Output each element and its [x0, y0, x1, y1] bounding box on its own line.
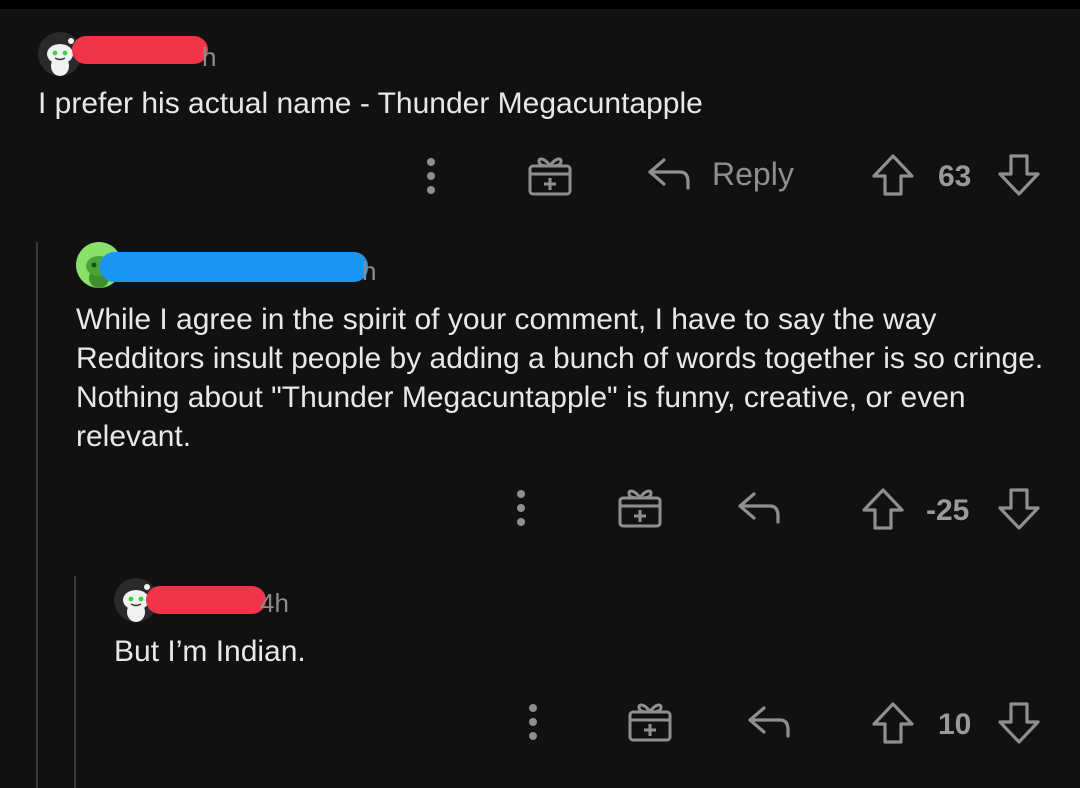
downvote-icon	[998, 154, 1040, 196]
thread-line-level-1[interactable]	[36, 242, 38, 788]
award-icon	[618, 489, 662, 528]
top-edge-bar	[0, 0, 1080, 9]
reply-icon	[748, 706, 790, 738]
upvote-button[interactable]	[870, 700, 916, 746]
thread-line-level-2[interactable]	[74, 576, 76, 788]
comment-age: h	[202, 42, 217, 72]
comment-text: I prefer his actual name - Thunder Megac…	[38, 87, 703, 120]
downvote-button[interactable]	[996, 486, 1042, 532]
reply-button[interactable]	[736, 488, 782, 528]
redacted-username	[146, 586, 266, 614]
reply-icon	[738, 492, 780, 524]
redacted-username	[72, 36, 208, 64]
downvote-icon	[998, 702, 1040, 744]
upvote-icon	[872, 154, 914, 196]
vote-score: 10	[938, 708, 972, 741]
upvote-icon	[872, 702, 914, 744]
downvote-button[interactable]	[996, 700, 1042, 746]
reply-icon	[648, 158, 690, 190]
upvote-button[interactable]	[860, 486, 906, 532]
more-options-button[interactable]	[508, 486, 534, 530]
vote-score: -25	[926, 494, 970, 527]
more-options-button[interactable]	[418, 154, 444, 198]
upvote-icon	[862, 488, 904, 530]
more-options-icon	[517, 490, 525, 526]
comment-text: But I’m Indian.	[114, 635, 306, 668]
award-icon	[528, 157, 572, 196]
more-options-icon	[427, 158, 435, 194]
downvote-button[interactable]	[996, 152, 1042, 198]
reply-button[interactable]: Reply	[646, 154, 794, 194]
upvote-button[interactable]	[870, 152, 916, 198]
award-button[interactable]	[526, 152, 574, 198]
redacted-username	[100, 252, 368, 282]
vote-score: 63	[938, 160, 972, 193]
comment-age: 4h	[260, 588, 289, 618]
reply-button[interactable]	[746, 702, 792, 742]
more-options-icon	[529, 704, 537, 740]
reply-label: Reply	[712, 155, 794, 192]
more-options-button[interactable]	[520, 700, 546, 744]
award-button[interactable]	[626, 698, 674, 744]
comment-age: h	[362, 256, 377, 286]
award-icon	[628, 703, 672, 742]
award-button[interactable]	[616, 484, 664, 530]
downvote-icon	[998, 488, 1040, 530]
comment-text: While I agree in the spirit of your comm…	[76, 303, 1044, 453]
